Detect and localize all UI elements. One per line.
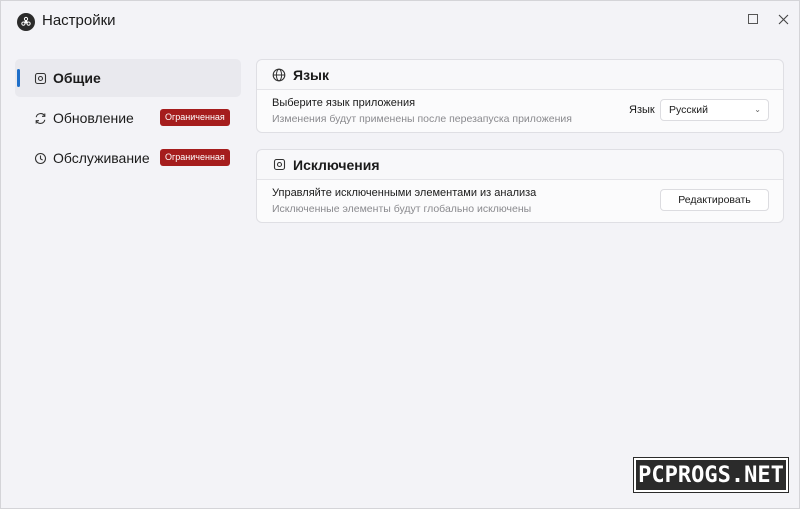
card-header: Язык [257, 60, 783, 90]
setting-description: Исключенные элементы будут глобально иск… [272, 203, 532, 215]
close-icon [778, 14, 788, 24]
window-title: Настройки [42, 12, 116, 29]
sidebar: Общие Обновление Ограниченная Обслуживан… [15, 59, 241, 179]
status-badge: Ограниченная [160, 149, 230, 166]
setting-title: Выберите язык приложения [272, 97, 416, 109]
sidebar-item-update[interactable]: Обновление Ограниченная [15, 99, 241, 137]
exclusions-card: Исключения Управляйте исключенными элеме… [256, 149, 784, 223]
language-label: Язык [629, 104, 655, 116]
language-card: Язык Выберите язык приложения Изменения … [256, 59, 784, 133]
clock-icon [33, 151, 47, 165]
maximize-icon [748, 14, 758, 24]
title-bar: Настройки [1, 1, 799, 41]
globe-icon [272, 68, 286, 82]
watermark-logo: PCPROGS.NET [633, 457, 789, 493]
sidebar-item-maintenance[interactable]: Обслуживание Ограниченная [15, 139, 241, 177]
biohazard-icon [17, 13, 35, 31]
selected-value: Русский [669, 104, 708, 116]
sidebar-item-label: Общие [53, 70, 101, 86]
sidebar-item-label: Обслуживание [53, 150, 150, 166]
edit-button[interactable]: Редактировать [660, 189, 769, 211]
chevron-down-icon: ⌄ [754, 105, 761, 114]
sidebar-item-general[interactable]: Общие [15, 59, 241, 97]
card-header: Исключения [257, 150, 783, 180]
card-body: Выберите язык приложения Изменения будут… [257, 90, 783, 132]
card-title: Язык [293, 66, 329, 83]
card-title: Исключения [293, 156, 380, 173]
gear-icon [272, 158, 286, 172]
gear-icon [33, 71, 47, 85]
card-body: Управляйте исключенными элементами из ан… [257, 180, 783, 222]
sidebar-item-label: Обновление [53, 110, 134, 126]
close-button[interactable] [769, 7, 797, 31]
settings-window: Настройки Общие Обновление Ограниченная … [0, 0, 800, 509]
status-badge: Ограниченная [160, 109, 230, 126]
language-select[interactable]: Русский ⌄ [660, 99, 769, 121]
refresh-icon [33, 111, 47, 125]
setting-description: Изменения будут применены после перезапу… [272, 113, 572, 125]
setting-title: Управляйте исключенными элементами из ан… [272, 187, 537, 199]
maximize-button[interactable] [739, 7, 767, 31]
active-indicator [17, 69, 20, 87]
